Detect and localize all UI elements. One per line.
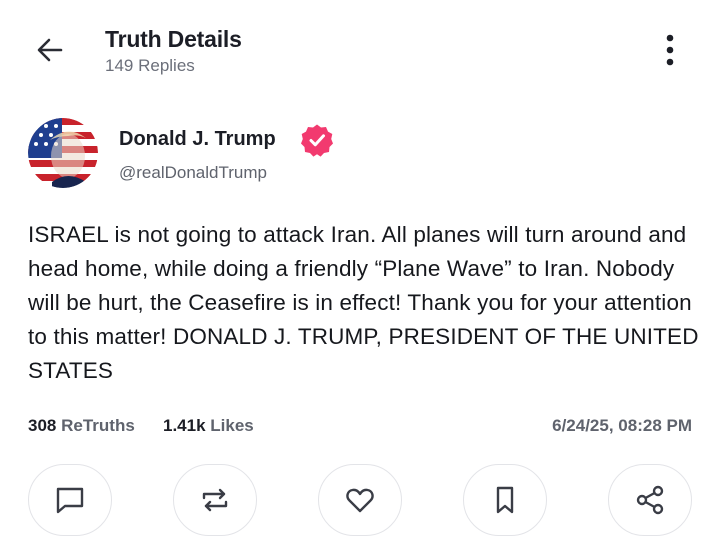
- post-stats: 308 ReTruths 1.41k Likes 6/24/25, 08:28 …: [28, 416, 692, 440]
- likes-count: 1.41k: [163, 416, 206, 435]
- arrow-left-icon: [37, 38, 63, 62]
- avatar[interactable]: [28, 118, 98, 188]
- retruth-button[interactable]: [173, 464, 257, 536]
- more-vertical-icon: [666, 34, 674, 66]
- bookmark-button[interactable]: [463, 464, 547, 536]
- likes-stat[interactable]: 1.41k Likes: [163, 416, 254, 436]
- share-button[interactable]: [608, 464, 692, 536]
- repost-icon: [202, 488, 228, 512]
- bookmark-icon: [496, 486, 514, 514]
- author-name[interactable]: Donald J. Trump: [119, 128, 276, 151]
- retruths-stat[interactable]: 308 ReTruths: [28, 416, 135, 436]
- replies-count: 149 Replies: [105, 56, 195, 75]
- likes-label: Likes: [210, 416, 254, 435]
- more-options-button[interactable]: [652, 28, 688, 72]
- page-title: Truth Details: [105, 26, 242, 52]
- verified-badge-icon: [300, 123, 334, 157]
- back-button[interactable]: [28, 28, 72, 72]
- reply-button[interactable]: [28, 464, 112, 536]
- share-icon: [636, 485, 664, 515]
- post-timestamp: 6/24/25, 08:28 PM: [552, 416, 692, 435]
- retruths-label: ReTruths: [61, 416, 135, 435]
- like-button[interactable]: [318, 464, 402, 536]
- action-bar: [28, 464, 692, 536]
- retruths-count: 308: [28, 416, 57, 435]
- comment-icon: [56, 487, 84, 514]
- author-row[interactable]: Donald J. Trump @realDonaldTrump: [28, 118, 668, 190]
- post-text: ISRAEL is not going to attack Iran. All …: [28, 222, 699, 383]
- heart-icon: [346, 488, 374, 513]
- top-bar: Truth Details 149 Replies: [0, 0, 720, 90]
- author-handle[interactable]: @realDonaldTrump: [119, 163, 267, 183]
